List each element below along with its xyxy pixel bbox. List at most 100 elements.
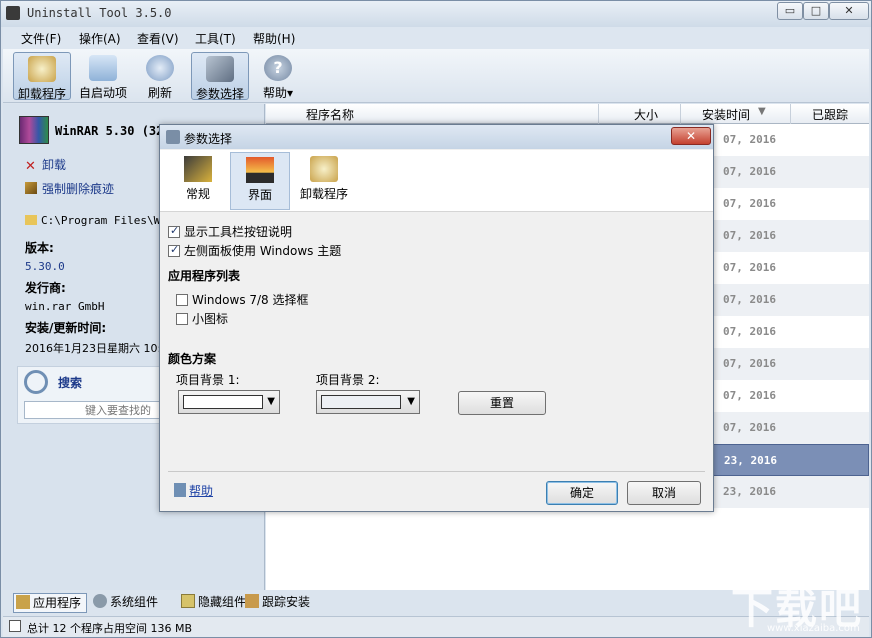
startup-button[interactable]: 自启动项 — [75, 52, 131, 100]
box-icon — [245, 594, 259, 608]
help-button[interactable]: ? 帮助▾ — [255, 52, 301, 100]
menu-tools[interactable]: 工具(T) — [195, 30, 236, 47]
broom-icon — [25, 182, 37, 194]
settings-button[interactable]: 参数选择 — [191, 52, 249, 101]
apps-icon — [16, 595, 30, 609]
install-date-cell: 23, 2016 — [724, 454, 777, 467]
minimize-button[interactable]: ▭ — [777, 2, 803, 20]
force-remove-label: 强制删除痕迹 — [42, 182, 115, 196]
dialog-tabs: 常规 界面 卸载程序 — [160, 150, 713, 212]
refresh-icon — [146, 55, 174, 81]
tab-interface-label: 界面 — [247, 188, 272, 202]
window-title: Uninstall Tool 3.5.0 — [27, 6, 172, 20]
install-date-cell: 07, 2016 — [723, 229, 776, 242]
uninstall-link[interactable]: ✕ 卸载 — [25, 156, 66, 173]
win78-checkbox[interactable] — [176, 294, 188, 306]
uninstall-link-label: 卸载 — [42, 158, 67, 172]
dialog-close-button[interactable]: ✕ — [671, 127, 711, 145]
refresh-label: 刷新 — [147, 86, 172, 100]
gear-icon — [93, 594, 107, 608]
toolbar: 卸载程序 自启动项 刷新 参数选择 ? 帮助▾ — [3, 49, 869, 103]
install-date-cell: 07, 2016 — [723, 357, 776, 370]
menu-file[interactable]: 文件(F) — [21, 30, 61, 47]
col-program-name[interactable]: 程序名称 — [306, 106, 354, 123]
install-path: C:\Program Files\Wi — [25, 214, 167, 227]
tab-system-components[interactable]: 系统组件 — [91, 593, 171, 613]
col-install-date[interactable]: 安装时间 — [702, 106, 750, 123]
small-icons-checkbox[interactable] — [176, 313, 188, 325]
dialog-help-link[interactable]: 帮助 — [174, 482, 213, 499]
ok-button[interactable]: 确定 — [546, 481, 618, 505]
reset-button[interactable]: 重置 — [458, 391, 546, 415]
menu-action[interactable]: 操作(A) — [79, 30, 121, 47]
win78-option[interactable]: Windows 7/8 选择框 — [176, 291, 309, 308]
tab-track-label: 跟踪安装 — [262, 595, 311, 609]
search-icon — [24, 370, 48, 394]
item-bg1-label: 项目背景 1: — [176, 373, 240, 387]
menu-bar: 文件(F) 操作(A) 查看(V) 工具(T) 帮助(H) — [3, 27, 869, 49]
watermark-url: www.xiazaiba.com — [767, 623, 860, 634]
tab-uninstall[interactable]: 卸载程序 — [292, 152, 356, 210]
dialog-title-bar: 参数选择 ✕ — [160, 125, 713, 149]
dialog-tools-icon — [166, 130, 180, 144]
windows-theme-option[interactable]: 左侧面板使用 Windows 主题 — [168, 242, 341, 259]
tab-general[interactable]: 常规 — [168, 152, 228, 210]
dialog-help-label: 帮助 — [189, 484, 214, 498]
tab-applications[interactable]: 应用程序 — [13, 593, 87, 613]
show-tooltips-checkbox[interactable] — [168, 224, 180, 238]
cancel-button[interactable]: 取消 — [627, 481, 701, 505]
startup-icon — [89, 55, 117, 81]
windows-theme-checkbox[interactable] — [168, 243, 180, 257]
install-date-cell: 23, 2016 — [723, 485, 776, 498]
item-bg2-select[interactable]: ▼ — [316, 390, 420, 414]
win78-label: Windows 7/8 选择框 — [192, 293, 309, 307]
show-tooltips-option[interactable]: 显示工具栏按钮说明 — [168, 223, 292, 240]
refresh-button[interactable]: 刷新 — [135, 52, 185, 100]
status-text: 总计 12 个程序占用空间 136 MB — [27, 622, 193, 635]
version-value: 5.30.0 — [25, 260, 65, 273]
x-icon: ✕ — [25, 159, 36, 174]
uninstall-button[interactable]: 卸载程序 — [13, 52, 71, 101]
folder-icon — [25, 215, 37, 225]
item-bg1-swatch — [183, 395, 263, 409]
menu-view[interactable]: 查看(V) — [137, 30, 179, 47]
watermark: 下载吧 www.xiazaiba.com — [731, 575, 867, 635]
item-bg1-select[interactable]: ▼ — [178, 390, 280, 414]
chevron-down-icon: ▼ — [267, 396, 275, 407]
status-icon — [9, 620, 21, 632]
color-section-title: 颜色方案 — [168, 352, 217, 366]
settings-label: 参数选择 — [195, 87, 244, 101]
startup-label: 自启动项 — [78, 86, 127, 100]
small-icons-label: 小图标 — [192, 312, 229, 326]
tab-applications-label: 应用程序 — [33, 596, 82, 610]
dialog-title: 参数选择 — [184, 132, 233, 146]
install-date-cell: 07, 2016 — [723, 133, 776, 146]
install-date-cell: 07, 2016 — [723, 389, 776, 402]
small-icons-option[interactable]: 小图标 — [176, 310, 228, 327]
search-title: 搜索 — [58, 376, 83, 390]
install-date-cell: 07, 2016 — [723, 325, 776, 338]
tab-track-install[interactable]: 跟踪安装 — [243, 593, 323, 613]
col-size[interactable]: 大小 — [634, 106, 658, 123]
install-date-cell: 07, 2016 — [723, 165, 776, 178]
installed-label: 安装/更新时间: — [25, 321, 107, 335]
close-button[interactable]: ✕ — [829, 2, 869, 20]
tab-interface[interactable]: 界面 — [230, 152, 290, 210]
col-tracked[interactable]: 已跟踪 — [812, 106, 848, 123]
uninstall-box-icon — [310, 156, 338, 182]
tab-hidden-label: 隐藏组件 — [198, 595, 247, 609]
preferences-dialog: 参数选择 ✕ 常规 界面 卸载程序 显示工具栏按钮说明 左侧面板使用 Windo… — [159, 124, 714, 512]
tab-system-label: 系统组件 — [110, 595, 159, 609]
tools-icon — [206, 56, 234, 82]
uninstall-label: 卸载程序 — [17, 87, 66, 101]
force-remove-link[interactable]: 强制删除痕迹 — [25, 180, 114, 197]
install-date-cell: 07, 2016 — [723, 421, 776, 434]
install-date-cell: 07, 2016 — [723, 261, 776, 274]
winrar-icon — [19, 116, 49, 144]
tab-general-label: 常规 — [185, 187, 210, 201]
menu-help[interactable]: 帮助(H) — [253, 30, 295, 47]
dialog-separator — [168, 471, 705, 472]
installed-value: 2016年1月23日星期六 10: — [25, 342, 162, 355]
install-date-cell: 07, 2016 — [723, 197, 776, 210]
maximize-button[interactable]: □ — [803, 2, 829, 20]
